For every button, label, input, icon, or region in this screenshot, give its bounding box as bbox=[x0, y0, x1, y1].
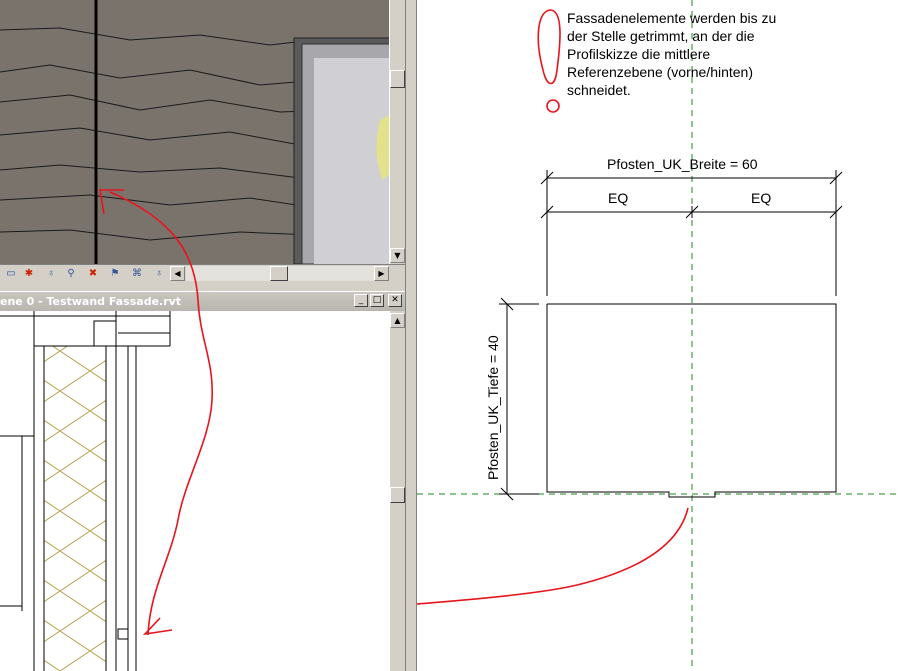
annotation-arrow-path bbox=[417, 507, 689, 605]
note-line: Referenzebene (vorne/hinten) bbox=[567, 64, 754, 80]
eq-left-label[interactable]: EQ bbox=[608, 190, 628, 206]
note-line: Fassadenelemente werden bis zu bbox=[567, 10, 777, 26]
width-dimension-label[interactable]: Pfosten_UK_Breite = 60 bbox=[607, 156, 758, 172]
annotation-arrow-to-3d bbox=[109, 191, 213, 636]
note-line: der Stelle getrimmt, an der die bbox=[567, 28, 755, 44]
note-line: schneidet. bbox=[567, 82, 631, 98]
eq-right-label[interactable]: EQ bbox=[751, 190, 771, 206]
depth-dimension-label[interactable]: Pfosten_UK_Tiefe = 40 bbox=[485, 335, 501, 480]
exclamation-annotation-icon bbox=[537, 9, 561, 113]
note-line: Profilskizze die mittlere bbox=[567, 46, 711, 62]
annotation-arrows-overlay bbox=[99, 189, 213, 636]
annotation-note: Fassadenelemente werden bis zu der Stell… bbox=[567, 9, 827, 99]
